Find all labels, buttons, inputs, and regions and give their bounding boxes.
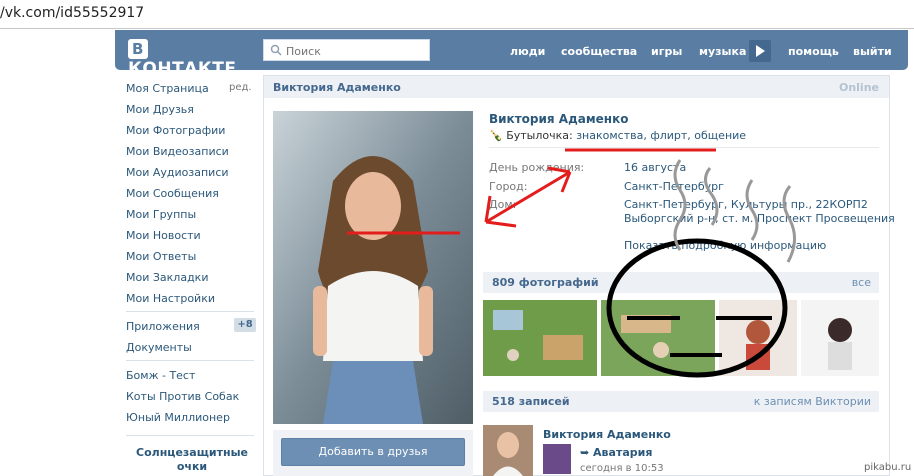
sidebar-item-photos[interactable]: Мои Фотографии (126, 124, 225, 137)
info-value-city[interactable]: Санкт-Петербург (624, 180, 724, 193)
watermark: pikabu.ru (864, 462, 912, 473)
sidebar-item-apps[interactable]: Приложения (126, 320, 200, 333)
photo-thumbnail[interactable] (483, 300, 597, 376)
sidebar-item-documents[interactable]: Документы (126, 341, 192, 354)
photo-thumbnail[interactable] (601, 300, 715, 376)
sidebar-item-groups[interactable]: Мои Группы (126, 208, 196, 221)
sidebar-item-news[interactable]: Мои Новости (126, 229, 201, 242)
info-divider (489, 147, 879, 148)
sidebar-divider (126, 360, 254, 361)
photo-thumbnail-image (719, 300, 797, 376)
sidebar-item-videos[interactable]: Мои Видеозаписи (126, 145, 229, 158)
wall-count[interactable]: 518 записей (492, 395, 570, 408)
post-timestamp: сегодня в 10:53 (580, 463, 664, 474)
sidebar-item-my-page[interactable]: Моя Страница (126, 82, 209, 95)
add-friend-button[interactable]: Добавить в друзья (281, 438, 465, 466)
post-app-name[interactable]: ➥ Аватария (580, 446, 652, 459)
photo-thumbnail-image (801, 300, 879, 376)
browser-address-bar[interactable]: /vk.com/id55552917 (0, 0, 914, 29)
profile-header-name: Виктория Адаменко (273, 81, 401, 94)
photos-section-header[interactable]: 809 фотографий все (483, 272, 879, 293)
sidebar-item-answers[interactable]: Мои Ответы (126, 250, 196, 263)
sidebar-item-bookmarks[interactable]: Мои Закладки (126, 271, 208, 284)
sidebar-item-settings[interactable]: Мои Настройки (126, 292, 215, 305)
profile-photo[interactable] (273, 111, 473, 424)
wall-link[interactable]: к записям Виктории (754, 395, 871, 408)
nav-music[interactable]: музыка (699, 45, 746, 58)
url-text[interactable]: /vk.com/id55552917 (0, 5, 144, 21)
sidebar-ad-title[interactable]: Солнцезащитные очки (126, 446, 258, 474)
info-label-birthday: День рождения: (489, 161, 585, 174)
nav-communities[interactable]: сообщества (561, 45, 637, 58)
nav-help[interactable]: помощь (788, 45, 839, 58)
search-icon (270, 44, 282, 56)
nav-games[interactable]: игры (651, 45, 682, 58)
site-logo[interactable]: ВКОНТАКТЕ (128, 39, 248, 79)
search-box[interactable] (263, 39, 430, 61)
bottle-icon: 🍾 (489, 129, 503, 142)
play-icon (756, 45, 765, 57)
profile-status: 🍾 Бутылочка: знакомства, флирт, общение (489, 129, 746, 142)
edit-link[interactable]: ред. (229, 82, 252, 93)
sidebar-game-item[interactable]: Коты Против Собак (126, 390, 239, 403)
sidebar-game-item[interactable]: Юный Миллионер (126, 411, 230, 424)
post-author-name[interactable]: Виктория Адаменко (543, 428, 671, 441)
wall-section-header[interactable]: 518 записей к записям Виктории (483, 391, 879, 412)
sidebar-divider (126, 435, 254, 436)
share-arrow-icon: ➥ (580, 446, 594, 459)
sidebar-item-friends[interactable]: Мои Друзья (126, 103, 194, 116)
sidebar-item-audios[interactable]: Мои Аудиозаписи (126, 166, 229, 179)
info-value-district[interactable]: Выборгский р-н, ст. м. Проспект Просвеще… (624, 212, 895, 225)
info-value-birthday[interactable]: 16 августа (624, 161, 686, 174)
nav-logout[interactable]: выйти (853, 45, 892, 58)
photos-count[interactable]: 809 фотографий (492, 276, 599, 289)
show-more-info-link[interactable]: Показать подробную информацию (624, 239, 826, 252)
online-status: Online (838, 81, 879, 94)
search-input[interactable] (284, 42, 428, 60)
photo-thumbnail-image (601, 300, 715, 376)
post-author-avatar[interactable] (483, 425, 533, 476)
info-value-home[interactable]: Санкт-Петербург, Культуры пр., 22КОРП2 (624, 198, 868, 211)
post-author-avatar-image (483, 425, 533, 476)
info-label-city: Город: (489, 180, 528, 193)
photo-thumbnail[interactable] (801, 300, 879, 376)
photo-thumbnail-image (483, 300, 597, 376)
profile-photo-image (273, 111, 473, 424)
profile-header-bar: Виктория Адаменко Online (264, 76, 889, 98)
profile-name: Виктория Адаменко (489, 112, 629, 126)
sidebar-divider (126, 311, 254, 312)
music-play-button[interactable] (749, 40, 771, 62)
logo-text: КОНТАКТЕ (128, 59, 237, 79)
nav-people[interactable]: люди (510, 45, 545, 58)
status-prefix: Бутылочка: (506, 129, 577, 142)
sidebar-item-messages[interactable]: Мои Сообщения (126, 187, 219, 200)
logo-letter: В (128, 39, 148, 59)
app-icon[interactable] (543, 444, 571, 474)
photos-all-link[interactable]: все (852, 276, 871, 289)
post-app-label[interactable]: Аватария (593, 446, 652, 459)
apps-count-badge: +8 (234, 318, 256, 332)
status-link[interactable]: знакомства, флирт, общение (576, 129, 746, 142)
sidebar-game-item[interactable]: Бомж - Тест (126, 369, 195, 382)
info-label-home: Дом: (489, 198, 517, 211)
photo-thumbnail[interactable] (719, 300, 797, 376)
